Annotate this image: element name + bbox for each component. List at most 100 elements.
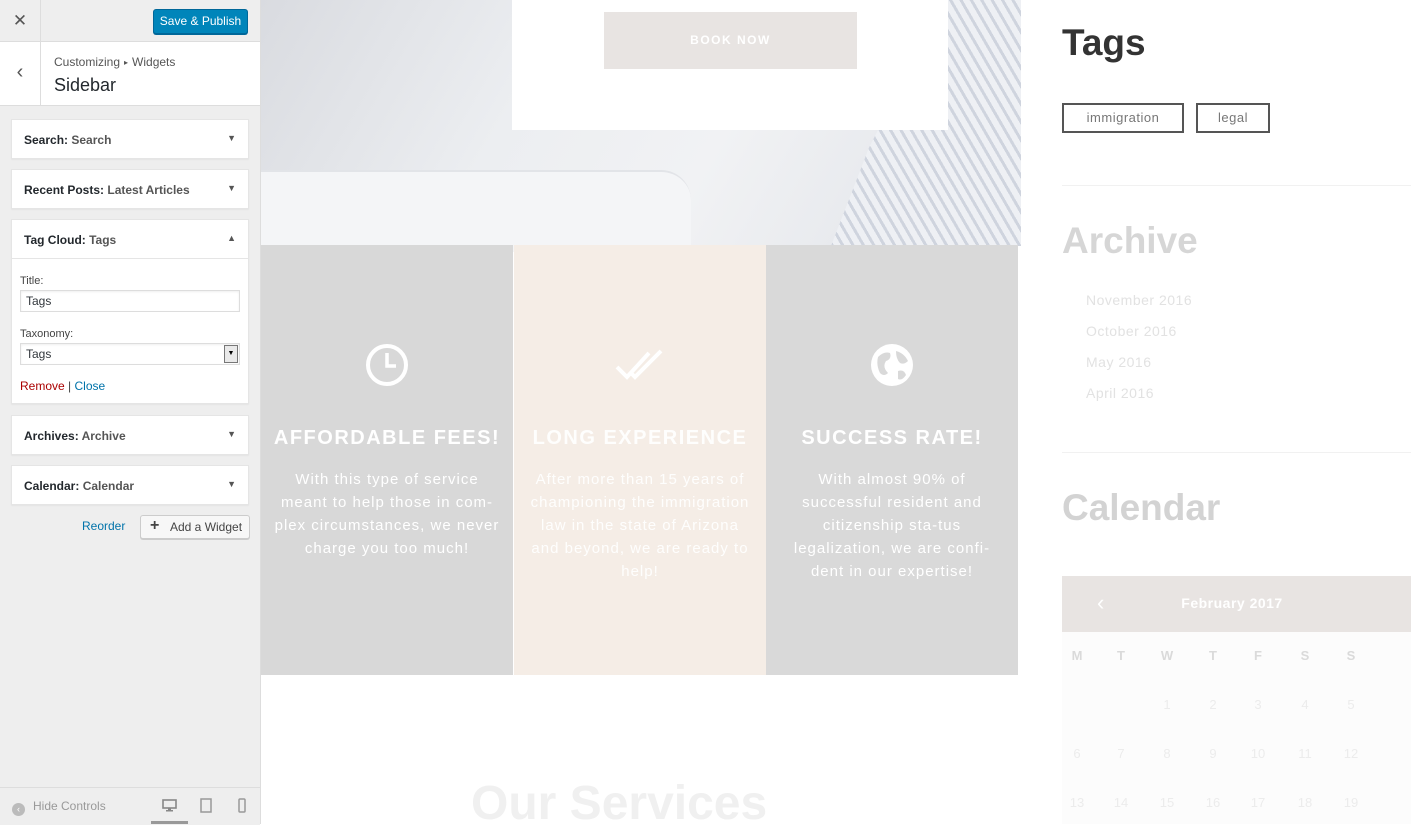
calendar-date[interactable]: 3 (1235, 697, 1281, 712)
calendar-date[interactable]: 17 (1235, 795, 1281, 810)
divider (1062, 452, 1411, 453)
widget-type: Tag Cloud: (24, 233, 86, 247)
breadcrumb-widgets: Widgets (132, 55, 176, 69)
widget-tag-cloud: Tag Cloud: Tags ▲ Title: Tags Taxonomy: … (11, 219, 249, 404)
archive-widget-title: Archive (1062, 220, 1198, 261)
reorder-link[interactable]: Reorder (82, 519, 125, 533)
calendar-date[interactable]: 18 (1282, 795, 1328, 810)
add-widget-label: Add a Widget (170, 520, 243, 534)
calendar-date[interactable]: 15 (1144, 795, 1190, 810)
expand-arrow-icon[interactable]: ▼ (227, 479, 236, 489)
calendar-date[interactable]: 9 (1190, 746, 1236, 761)
calendar-weekday: S (1346, 648, 1356, 663)
feature-title: AFFORDABLE FEES! (273, 427, 501, 449)
booking-card: BOOK NOW (512, 0, 948, 130)
widget-title: Calendar (82, 479, 135, 493)
expand-arrow-icon[interactable]: ▼ (227, 183, 236, 193)
calendar-date[interactable]: 7 (1098, 746, 1144, 761)
divider (1062, 185, 1411, 186)
feature-title: LONG EXPERIENCE (532, 427, 748, 449)
widget-calendar: Calendar: Calendar ▼ (11, 465, 249, 505)
feature-long-experience: LONG EXPERIENCE After more than 15 years… (514, 245, 766, 675)
widget-type: Archives: (24, 429, 79, 443)
calendar-date[interactable]: 5 (1328, 697, 1374, 712)
archive-link[interactable]: October 2016 (1086, 323, 1177, 339)
calendar-date[interactable]: 8 (1144, 746, 1190, 761)
chevron-down-icon[interactable]: ▼ (224, 345, 238, 363)
widget-tag-cloud-header[interactable]: Tag Cloud: Tags ▲ (12, 220, 248, 258)
widget-type: Recent Posts: (24, 183, 105, 197)
calendar-date[interactable]: 10 (1235, 746, 1281, 761)
tablet-icon[interactable] (199, 798, 213, 813)
calendar-header: ‹ February 2017 (1062, 576, 1411, 632)
calendar-date[interactable]: 12 (1328, 746, 1374, 761)
calendar-date[interactable]: 2 (1190, 697, 1236, 712)
calendar-date[interactable]: 14 (1098, 795, 1144, 810)
remove-link[interactable]: Remove (20, 379, 65, 393)
calendar-date[interactable]: 1 (1144, 697, 1190, 712)
hide-controls-button[interactable]: ‹ Hide Controls (12, 799, 106, 816)
desktop-icon[interactable] (162, 798, 177, 813)
title-input[interactable]: Tags (20, 290, 240, 312)
breadcrumb: Customizing ▸ Widgets (54, 55, 175, 69)
feature-affordable-fees: AFFORDABLE FEES! With this type of servi… (261, 245, 513, 675)
widget-archives-header[interactable]: Archives: Archive ▼ (12, 416, 248, 454)
calendar-weekday: F (1254, 648, 1262, 663)
calendar-date[interactable]: 6 (1054, 746, 1100, 761)
widget-actions: Remove | Close (20, 379, 105, 393)
widget-type: Search: (24, 133, 69, 147)
feature-success-rate: SUCCESS RATE! With almost 90% of success… (766, 245, 1018, 675)
actions-separator: | (68, 379, 72, 393)
taxonomy-selected: Tags (26, 347, 52, 361)
feature-text: With almost 90% of successful resident a… (793, 471, 991, 580)
widget-title: Archive (81, 429, 126, 443)
tag-legal[interactable]: legal (1196, 103, 1270, 133)
widget-archives: Archives: Archive ▼ (11, 415, 249, 455)
widget-recent-posts-header[interactable]: Recent Posts: Latest Articles ▼ (12, 170, 248, 208)
calendar-month: February 2017 (1181, 595, 1283, 611)
feature-text: After more than 15 years of championing … (530, 471, 750, 580)
calendar-date[interactable]: 4 (1282, 697, 1328, 712)
mobile-icon[interactable] (236, 798, 248, 813)
hero-laptop (261, 170, 691, 252)
globe-icon (871, 344, 913, 386)
book-now-button[interactable]: BOOK NOW (604, 12, 857, 69)
expand-arrow-icon[interactable]: ▼ (227, 133, 236, 143)
taxonomy-select[interactable]: Tags ▼ (20, 343, 240, 365)
calendar-date[interactable]: 11 (1282, 746, 1328, 761)
calendar-date[interactable]: 19 (1328, 795, 1374, 810)
widget-type: Calendar: (24, 479, 80, 493)
archive-link[interactable]: November 2016 (1086, 292, 1192, 308)
widget-recent-posts: Recent Posts: Latest Articles ▼ (11, 169, 249, 209)
calendar-date[interactable]: 16 (1190, 795, 1236, 810)
our-services-heading: Our Services (471, 777, 768, 824)
tags-widget-title: Tags (1062, 22, 1146, 63)
calendar-weekday: T (1209, 648, 1217, 663)
widget-tag-cloud-form: Title: Tags Taxonomy: Tags ▼ Remove | Cl… (12, 258, 248, 404)
plus-icon: + (150, 517, 160, 534)
section-title: Sidebar (54, 75, 117, 95)
close-link[interactable]: Close (75, 379, 106, 393)
widget-title: Search (71, 133, 112, 147)
double-check-icon (615, 349, 663, 380)
widget-search: Search: Search ▼ (11, 119, 249, 159)
close-icon[interactable]: ✕ (0, 0, 41, 41)
archive-link[interactable]: May 2016 (1086, 354, 1151, 370)
archive-link[interactable]: April 2016 (1086, 385, 1154, 401)
save-publish-button[interactable]: Save & Publish (153, 9, 248, 34)
feature-text: With this type of service meant to help … (274, 471, 500, 557)
calendar-widget-title: Calendar (1062, 487, 1221, 528)
tag-immigration[interactable]: immigration (1062, 103, 1184, 133)
customizer-header: ✕ Save & Publish (0, 0, 260, 42)
add-widget-button[interactable]: + Add a Widget (140, 515, 250, 539)
back-arrow-icon[interactable]: ‹ (0, 42, 41, 105)
widget-calendar-header[interactable]: Calendar: Calendar ▼ (12, 466, 248, 504)
breadcrumb-customizing: Customizing (54, 55, 121, 69)
feature-title: SUCCESS RATE! (801, 427, 983, 449)
widget-search-header[interactable]: Search: Search ▼ (12, 120, 248, 158)
widget-title: Tags (89, 233, 117, 247)
clock-icon (366, 344, 408, 386)
expand-arrow-icon[interactable]: ▼ (227, 429, 236, 439)
calendar-date[interactable]: 13 (1054, 795, 1100, 810)
collapse-arrow-icon[interactable]: ▲ (227, 233, 236, 243)
